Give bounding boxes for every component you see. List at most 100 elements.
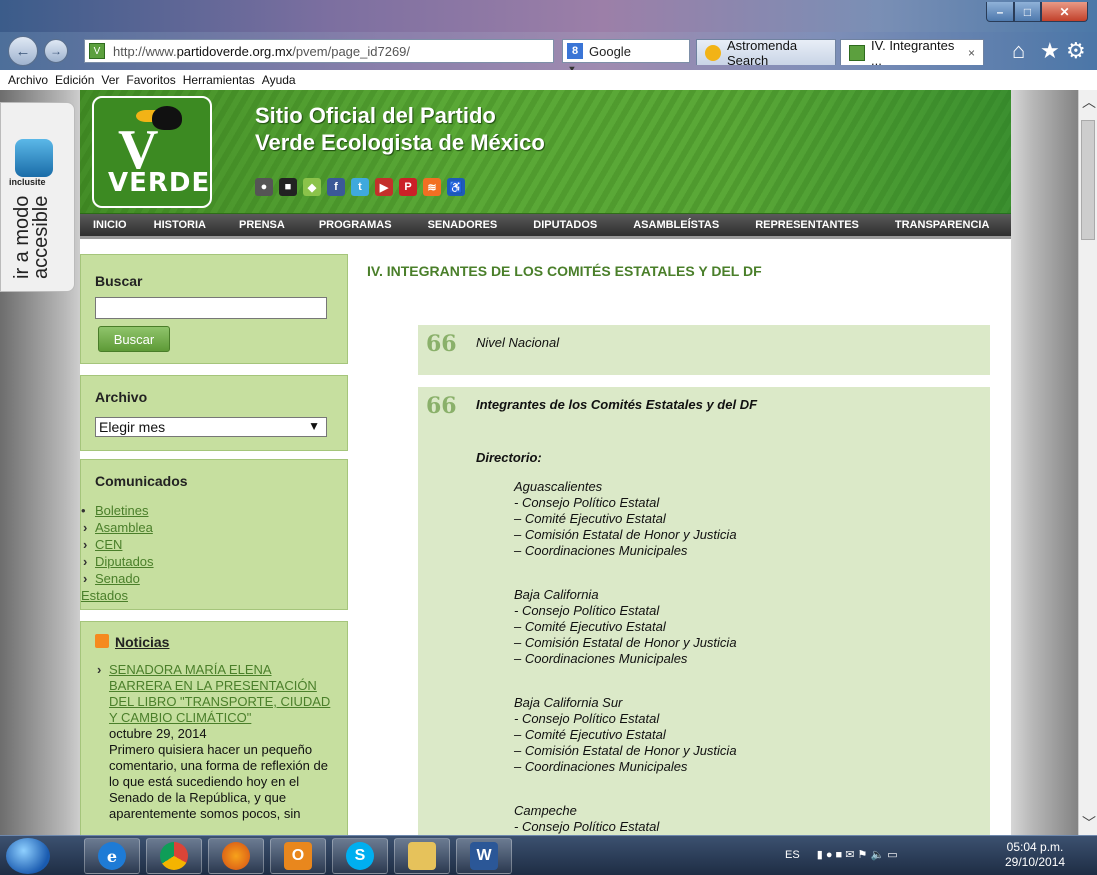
link-estados[interactable]: Estados xyxy=(81,587,154,604)
search-box[interactable]: 8 Google xyxy=(562,39,690,63)
search-input[interactable] xyxy=(95,297,327,319)
accessibility-icon[interactable]: ♿ xyxy=(447,178,465,196)
minimize-button[interactable]: – xyxy=(986,2,1014,22)
system-clock[interactable]: 05:04 p.m. 29/10/2014 xyxy=(1005,840,1065,870)
nav-inicio[interactable]: INICIO xyxy=(93,219,127,231)
nav-historia[interactable]: HISTORIA xyxy=(154,219,206,231)
taskbar-word[interactable]: W xyxy=(456,838,512,874)
tray-icons[interactable]: ▮ ● ■ ✉ ⚑ 🔈 ▭ xyxy=(817,849,898,861)
accessibility-tab[interactable]: inclusite ir a modo accesible xyxy=(0,102,75,292)
site-favicon: V xyxy=(89,43,105,59)
menu-favoritos[interactable]: Favoritos xyxy=(126,73,175,87)
comunicados-links: Boletines Asamblea CEN Diputados Senado … xyxy=(81,502,154,604)
start-button[interactable] xyxy=(6,838,50,874)
page-title: IV. INTEGRANTES DE LOS COMITÉS ESTATALES… xyxy=(367,263,762,279)
archive-month-select[interactable]: Elegir mes ▼ xyxy=(95,417,327,437)
close-tab-icon[interactable]: × xyxy=(968,46,975,60)
archive-widget-title: Archivo xyxy=(95,389,148,405)
favorites-star-icon[interactable]: ★ xyxy=(1040,38,1060,64)
blackberry-icon[interactable]: ■ xyxy=(279,178,297,196)
close-window-button[interactable]: ✕ xyxy=(1041,2,1088,22)
vertical-scrollbar[interactable]: ︿ ﹀ xyxy=(1078,90,1097,835)
taskbar-firefox[interactable] xyxy=(208,838,264,874)
noticias-widget-title[interactable]: Noticias xyxy=(115,634,169,650)
quote-icon: 66 xyxy=(426,393,457,419)
comunicados-widget: Comunicados Boletines Asamblea CEN Diput… xyxy=(80,459,348,610)
taskbar-explorer[interactable] xyxy=(394,838,450,874)
tab-astromenda[interactable]: Astromenda Search xyxy=(696,38,836,68)
inclusite-label: inclusite xyxy=(9,177,46,187)
link-boletines[interactable]: Boletines xyxy=(81,502,154,519)
search-widget-title: Buscar xyxy=(95,273,143,289)
word-icon: W xyxy=(470,842,498,870)
maximize-button[interactable]: □ xyxy=(1014,2,1041,22)
menu-archivo[interactable]: Archivo xyxy=(8,73,48,87)
news-headline-link[interactable]: SENADORA MARÍA ELENA BARRERA EN LA PRESE… xyxy=(95,662,335,726)
link-diputados[interactable]: Diputados xyxy=(81,553,154,570)
main-navigation: INICIO HISTORIA PRENSA PROGRAMAS SENADOR… xyxy=(80,214,1011,239)
news-date: octubre 29, 2014 xyxy=(109,726,207,741)
nivel-nacional-text: Nivel Nacional xyxy=(476,335,560,350)
link-asamblea[interactable]: Asamblea xyxy=(81,519,154,536)
tools-gear-icon[interactable]: ⚙ xyxy=(1066,38,1086,64)
nav-representantes[interactable]: REPRESENTANTES xyxy=(755,219,859,231)
state-entry: Baja California - Consejo Político Estat… xyxy=(514,587,737,666)
taskbar-ie[interactable]: e xyxy=(84,838,140,874)
youtube-icon[interactable]: ▶ xyxy=(375,178,393,196)
page-viewport: inclusite ir a modo accesible V VERDE Si… xyxy=(0,90,1097,835)
nav-prensa[interactable]: PRENSA xyxy=(239,219,285,231)
android-icon[interactable]: ◆ xyxy=(303,178,321,196)
menu-herramientas[interactable]: Herramientas xyxy=(183,73,255,87)
address-bar[interactable]: V http://www.partidoverde.org.mx/pvem/pa… xyxy=(84,39,581,93)
pinterest-icon[interactable]: P xyxy=(399,178,417,196)
news-item: SENADORA MARÍA ELENA BARRERA EN LA PRESE… xyxy=(95,662,335,822)
tab-integrantes[interactable]: IV. Integrantes ... × xyxy=(840,38,984,68)
news-excerpt: Primero quisiera hacer un pequeño coment… xyxy=(109,742,328,821)
windows-taskbar: e O S W ES ▮ ● ■ ✉ ⚑ 🔈 ▭ 05:04 p.m. 29/1… xyxy=(0,835,1097,875)
site-logo[interactable]: V VERDE xyxy=(92,96,212,208)
rss-feed-icon[interactable] xyxy=(95,634,109,648)
folder-icon xyxy=(408,842,436,870)
web-page: V VERDE Sitio Oficial del Partido Verde … xyxy=(80,90,1011,835)
archive-widget: Archivo Elegir mes ▼ xyxy=(80,375,348,451)
google-icon: 8 xyxy=(567,43,583,59)
logo-text: VERDE xyxy=(108,168,211,198)
directorio-subheading: Directorio: xyxy=(476,450,542,465)
scrollbar-thumb[interactable] xyxy=(1081,120,1095,240)
link-cen[interactable]: CEN xyxy=(81,536,154,553)
nav-programas[interactable]: PROGRAMAS xyxy=(319,219,392,231)
nav-transparencia[interactable]: TRANSPARENCIA xyxy=(895,219,990,231)
taskbar-chrome[interactable] xyxy=(146,838,202,874)
site-header: V VERDE Sitio Oficial del Partido Verde … xyxy=(80,90,1011,214)
nav-asambleistas[interactable]: ASAMBLEÍSTAS xyxy=(633,219,719,231)
twitter-icon[interactable]: t xyxy=(351,178,369,196)
internet-explorer-icon: e xyxy=(98,842,126,870)
link-senado[interactable]: Senado xyxy=(81,570,154,587)
menu-ayuda[interactable]: Ayuda xyxy=(262,73,296,87)
language-indicator[interactable]: ES xyxy=(785,849,800,861)
state-entry: Campeche - Consejo Político Estatal xyxy=(514,803,660,834)
comunicados-widget-title: Comunicados xyxy=(95,473,188,489)
scroll-down-icon[interactable]: ﹀ xyxy=(1082,813,1096,833)
soundcloud-icon[interactable]: ≋ xyxy=(423,178,441,196)
skype-icon: S xyxy=(346,842,374,870)
facebook-icon[interactable]: f xyxy=(327,178,345,196)
taskbar-skype[interactable]: S xyxy=(332,838,388,874)
firefox-icon xyxy=(222,842,250,870)
scroll-up-icon[interactable]: ︿ xyxy=(1082,92,1096,112)
forward-button[interactable]: → xyxy=(44,39,68,63)
nav-senadores[interactable]: SENADORES xyxy=(428,219,498,231)
nav-diputados[interactable]: DIPUTADOS xyxy=(533,219,597,231)
chevron-down-icon: ▼ xyxy=(308,419,320,433)
home-icon[interactable]: ⌂ xyxy=(1012,38,1025,64)
menu-ver[interactable]: Ver xyxy=(101,73,119,87)
quote-block-directorio: 66 Integrantes de los Comités Estatales … xyxy=(418,387,990,835)
quote-block-nacional: 66 Nivel Nacional xyxy=(418,325,990,375)
search-button[interactable]: Buscar xyxy=(98,326,170,352)
rss-icon[interactable]: ● xyxy=(255,178,273,196)
taskbar-outlook[interactable]: O xyxy=(270,838,326,874)
noticias-widget: Noticias SENADORA MARÍA ELENA BARRERA EN… xyxy=(80,621,348,835)
browser-navbar: ← → V http://www.partidoverde.org.mx/pve… xyxy=(0,32,1097,93)
menu-edicion[interactable]: Edición xyxy=(55,73,94,87)
back-button[interactable]: ← xyxy=(8,36,38,66)
